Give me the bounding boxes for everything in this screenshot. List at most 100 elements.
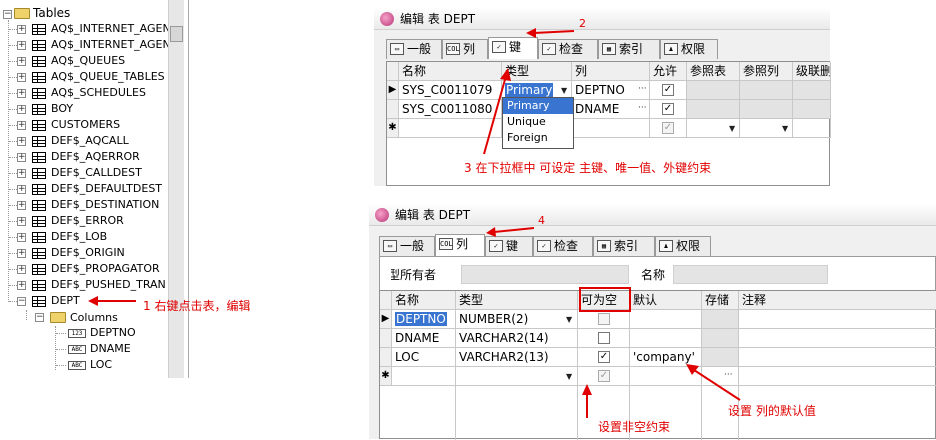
tree-columns-folder[interactable]: Columns [70, 310, 118, 326]
expand-toggle[interactable]: + [17, 153, 26, 162]
expand-toggle[interactable]: + [17, 73, 26, 82]
col-header-column: 列 [572, 62, 650, 81]
tree-column-deptno[interactable]: DEPTNO [90, 325, 136, 341]
expand-toggle[interactable]: + [17, 249, 26, 258]
expand-toggle[interactable]: + [17, 217, 26, 226]
text-column-icon: ABC [68, 361, 86, 370]
tab-columns[interactable]: COL 列 [442, 39, 488, 59]
tab-keys[interactable]: ✓ 键 [485, 236, 533, 256]
col-header-storage: 存储 [702, 291, 739, 310]
table-icon [32, 184, 46, 195]
table-icon [32, 72, 46, 83]
tree-table-item[interactable]: DEF$_AQERROR [51, 149, 140, 165]
expand-toggle[interactable]: + [17, 41, 26, 50]
expand-toggle[interactable]: + [17, 201, 26, 210]
expand-toggle[interactable]: + [17, 185, 26, 194]
enabled-checkbox[interactable]: ✓ [662, 122, 674, 134]
edit-table-dialog-columns: 编辑 表 DEPT ▭一般 COL列 ✓键 ✓检查 ▦索引 ♟权限 类型所有者 … [369, 204, 936, 440]
tree-table-item[interactable]: AQ$_INTERNET_AGEN [51, 37, 171, 53]
expand-toggle[interactable]: + [17, 169, 26, 178]
object-tree[interactable]: − Tables + AQ$_INTERNET_AGEN + AQ$_INTERNET… [0, 0, 186, 378]
annotation-3: 3 在下拉框中 可设定 主键、唯一值、外键约束 [464, 161, 712, 175]
table-icon [32, 232, 46, 243]
tab-privileges[interactable]: ♟ 权限 [660, 39, 718, 59]
expand-toggle[interactable]: + [17, 265, 26, 274]
expand-toggle[interactable]: + [17, 89, 26, 98]
columns-grid[interactable]: 名称 类型 可为空 默认 存储 注释 ▶ DEPTNO NUMBER(2) ▼ … [379, 290, 936, 440]
expand-toggle[interactable]: − [17, 297, 26, 306]
enabled-checkbox[interactable]: ✓ [662, 84, 674, 96]
dropdown-arrow-icon[interactable]: ▼ [566, 372, 572, 381]
column-name-cell[interactable]: LOC [392, 348, 456, 367]
column-default-cell[interactable] [630, 329, 702, 348]
tree-table-item[interactable]: AQ$_QUEUE_TABLES [51, 69, 165, 85]
column-type-cell[interactable]: NUMBER(2) [456, 310, 578, 329]
name-field[interactable] [673, 265, 828, 284]
collapse-toggle-columns[interactable]: − [35, 313, 44, 322]
owner-field[interactable] [461, 265, 629, 284]
tree-table-item[interactable]: DEF$_DEFAULTDEST [51, 181, 162, 197]
expand-toggle[interactable]: + [17, 137, 26, 146]
scrollbar-thumb[interactable] [170, 26, 183, 42]
tree-column-loc[interactable]: LOC [90, 357, 112, 373]
tab-general[interactable]: ▭ 一般 [386, 39, 442, 59]
ellipsis-button[interactable]: ··· [638, 84, 647, 94]
tree-root-tables[interactable]: Tables [33, 5, 70, 21]
tree-table-item[interactable]: DEF$_PUSHED_TRAN [51, 277, 166, 293]
arrow-1-icon [88, 296, 136, 306]
tree-table-item[interactable]: AQ$_INTERNET_AGEN [51, 21, 171, 37]
tree-table-item[interactable]: DEF$_CALLDEST [51, 165, 142, 181]
tree-table-item[interactable]: DEF$_AQCALL [51, 133, 129, 149]
arrow-6-icon [686, 364, 741, 401]
expand-toggle[interactable]: + [17, 25, 26, 34]
tab-checks[interactable]: ✓ 检查 [533, 236, 593, 256]
expand-toggle[interactable]: + [17, 233, 26, 242]
expand-toggle[interactable]: + [17, 121, 26, 130]
tab-indexes[interactable]: ▦ 索引 [593, 236, 655, 256]
tree-table-item[interactable]: AQ$_SCHEDULES [51, 85, 146, 101]
tree-column-dname[interactable]: DNAME [90, 341, 131, 357]
tree-scrollbar[interactable] [168, 0, 184, 378]
column-type-cell[interactable]: VARCHAR2(13) [456, 348, 578, 367]
tree-table-item[interactable]: DEF$_DESTINATION [51, 197, 159, 213]
table-icon [32, 248, 46, 259]
expand-toggle[interactable]: + [17, 57, 26, 66]
nullable-checkbox[interactable]: ✓ [598, 370, 610, 382]
dropdown-arrow-icon[interactable]: ▼ [566, 315, 572, 324]
tab-indexes[interactable]: ▦ 索引 [598, 39, 660, 59]
nullable-checkbox[interactable] [598, 332, 610, 344]
expand-toggle[interactable]: + [17, 105, 26, 114]
nullable-checkbox[interactable]: ✓ [598, 351, 610, 363]
tree-table-item[interactable]: DEPT [51, 293, 80, 309]
nullable-checkbox[interactable] [598, 313, 610, 325]
tree-table-item[interactable]: DEF$_LOB [51, 229, 107, 245]
tab-checks[interactable]: ✓ 检查 [538, 39, 598, 59]
tab-privileges[interactable]: ♟ 权限 [655, 236, 711, 256]
column-name-cell[interactable]: DNAME [392, 329, 456, 348]
col-header-comment: 注释 [739, 291, 936, 310]
tab-columns[interactable]: COL 列 [435, 234, 485, 256]
collapse-toggle[interactable]: − [3, 10, 12, 19]
tab-general[interactable]: ▭ 一般 [379, 236, 435, 256]
column-default-cell[interactable] [630, 310, 702, 329]
row-pointer-icon: ▶ [387, 81, 399, 100]
ellipsis-button[interactable]: ··· [638, 103, 647, 113]
tree-table-item[interactable]: BOY [51, 101, 73, 117]
tab-keys[interactable]: ✓ 键 [488, 37, 538, 59]
column-name-cell[interactable]: DEPTNO [392, 310, 456, 329]
table-icon [32, 168, 46, 179]
enabled-checkbox[interactable]: ✓ [662, 103, 674, 115]
tree-table-item[interactable]: DEF$_PROPAGATOR [51, 261, 160, 277]
dropdown-arrow-icon[interactable]: ▼ [729, 124, 735, 133]
column-type-cell[interactable]: VARCHAR2(14) [456, 329, 578, 348]
privileges-icon: ♟ [664, 43, 678, 55]
privileges-icon: ♟ [659, 240, 673, 252]
tree-table-item[interactable]: CUSTOMERS [51, 117, 120, 133]
dropdown-arrow-icon[interactable]: ▼ [561, 86, 567, 95]
tree-table-item[interactable]: DEF$_ERROR [51, 213, 124, 229]
tree-table-item[interactable]: DEF$_ORIGIN [51, 245, 125, 261]
expand-toggle[interactable]: + [17, 281, 26, 290]
owner-label: 类型所有者 [391, 268, 437, 282]
dropdown-arrow-icon[interactable]: ▼ [782, 124, 788, 133]
tree-table-item[interactable]: AQ$_QUEUES [51, 53, 125, 69]
